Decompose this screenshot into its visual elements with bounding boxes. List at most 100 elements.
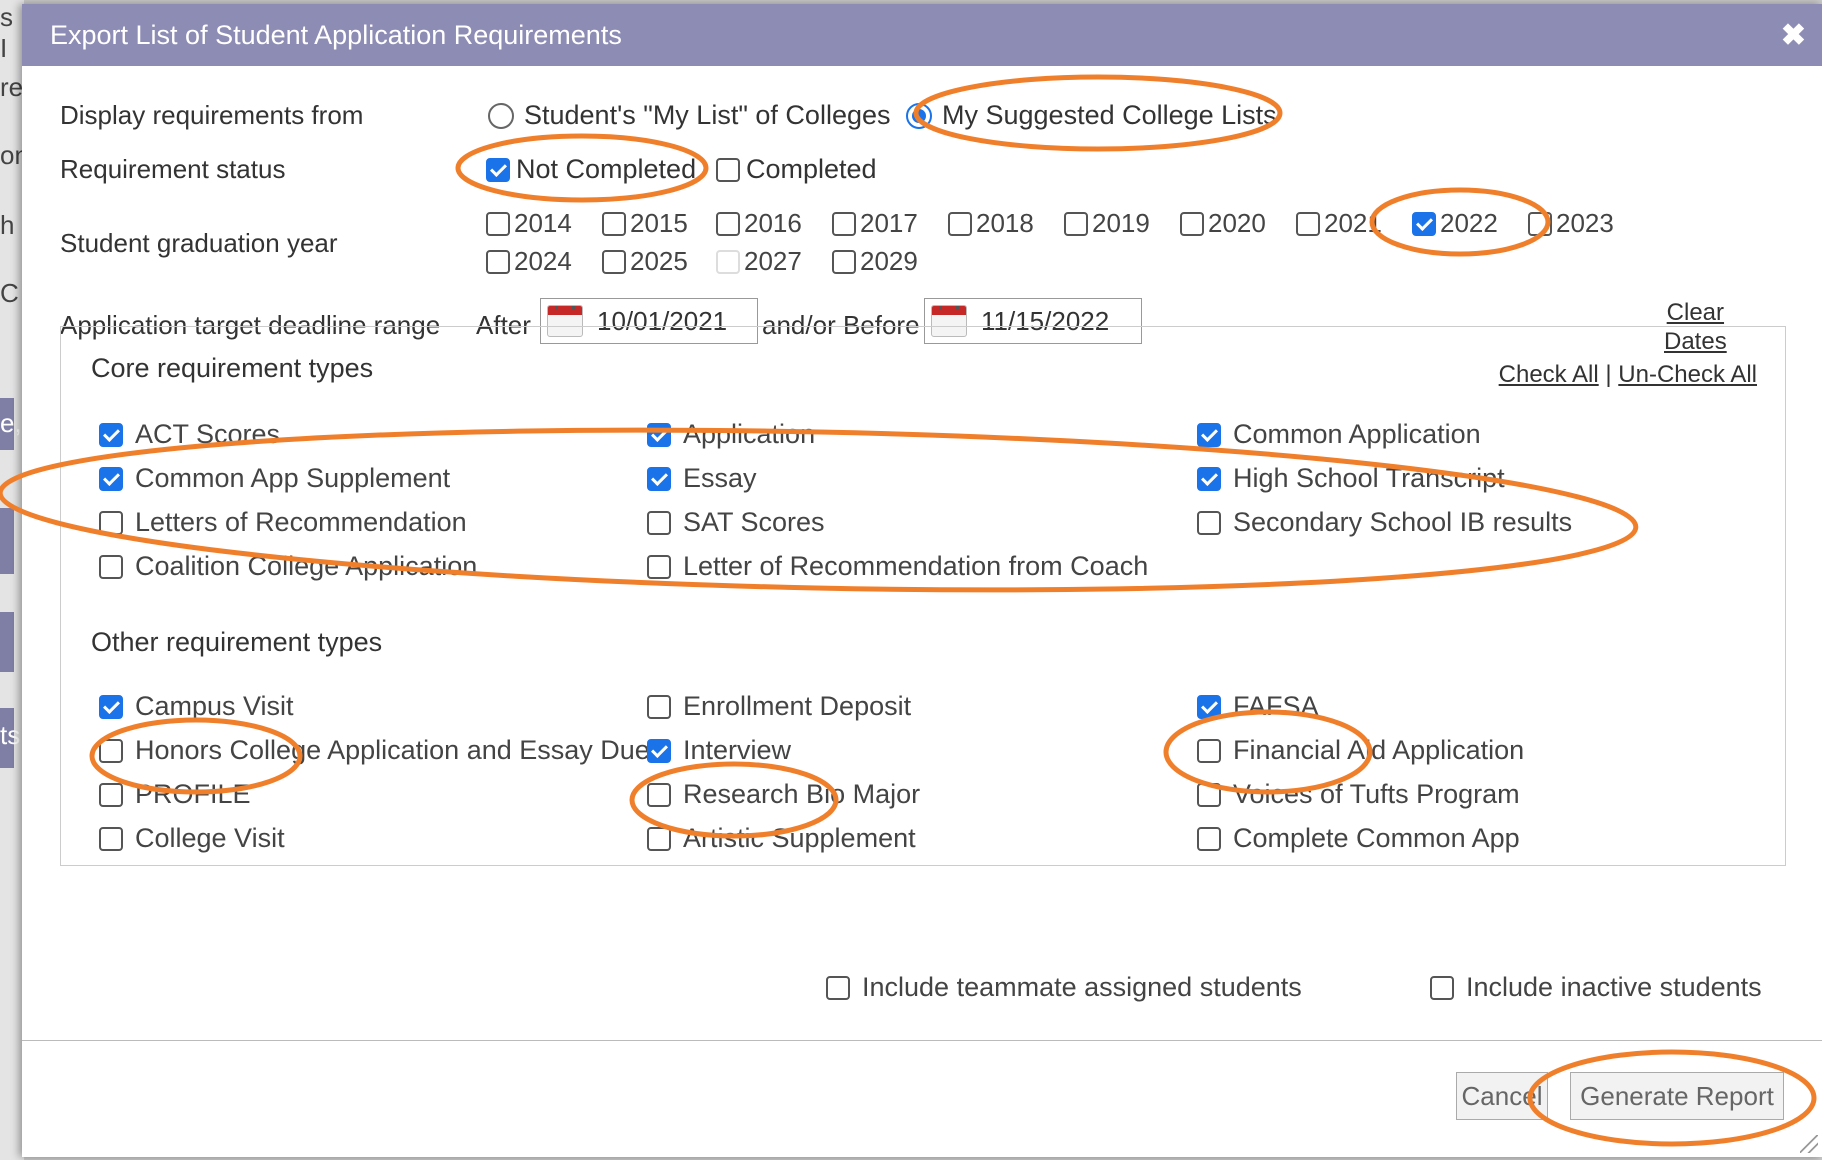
core-common-app-supplement-checkbox[interactable] (99, 466, 123, 491)
core-coalition-college-application[interactable]: Coalition College Application (99, 551, 477, 582)
grad-year-2024[interactable]: 2024 (486, 246, 572, 277)
core-essay-checkbox[interactable] (647, 466, 671, 491)
include-teammate-option[interactable]: Include teammate assigned students (826, 972, 1302, 1003)
status-not-completed-label: Not Completed (516, 154, 697, 184)
core-secondary-school-ib-results-checkbox[interactable] (1197, 510, 1221, 535)
status-not-completed[interactable]: Not Completed (486, 154, 696, 185)
other-fafsa[interactable]: FAFSA (1197, 691, 1319, 722)
grad-year-2024-checkbox[interactable] (486, 249, 510, 274)
core-high-school-transcript-checkbox[interactable] (1197, 466, 1221, 491)
grad-year-2021-checkbox[interactable] (1296, 211, 1320, 236)
core-application-checkbox[interactable] (647, 422, 671, 447)
core-secondary-school-ib-results[interactable]: Secondary School IB results (1197, 507, 1572, 538)
core-act-scores-checkbox[interactable] (99, 422, 123, 447)
grad-year-2015[interactable]: 2015 (602, 208, 688, 239)
core-letter-of-recommendation-from-coach-checkbox[interactable] (647, 554, 671, 579)
other-artistic-supplement[interactable]: Artistic Supplement (647, 823, 916, 854)
uncheck-all-link[interactable]: Un-Check All (1618, 361, 1757, 388)
other-research-bio-major-checkbox[interactable] (647, 782, 671, 807)
core-letter-of-recommendation-from-coach[interactable]: Letter of Recommendation from Coach (647, 551, 1148, 582)
other-campus-visit-checkbox[interactable] (99, 694, 123, 719)
other-financial-aid-application[interactable]: Financial Aid Application (1197, 735, 1524, 766)
grad-year-2020[interactable]: 2020 (1180, 208, 1266, 239)
generate-report-button[interactable]: Generate Report (1570, 1072, 1784, 1120)
core-common-application[interactable]: Common Application (1197, 419, 1481, 450)
core-common-application-label: Common Application (1233, 419, 1481, 449)
core-high-school-transcript[interactable]: High School Transcript (1197, 463, 1505, 494)
other-college-visit[interactable]: College Visit (99, 823, 285, 854)
grad-year-2022[interactable]: 2022 (1412, 208, 1498, 239)
include-inactive-option[interactable]: Include inactive students (1430, 972, 1762, 1003)
radio-my-list-button[interactable] (488, 102, 514, 129)
other-interview-checkbox[interactable] (647, 738, 671, 763)
other-fafsa-label: FAFSA (1233, 691, 1319, 721)
grad-year-2022-checkbox[interactable] (1412, 211, 1436, 236)
other-voices-of-tufts-program-checkbox[interactable] (1197, 782, 1221, 807)
other-section-title: Other requirement types (91, 627, 383, 657)
grad-year-2017[interactable]: 2017 (832, 208, 918, 239)
grad-year-2017-checkbox[interactable] (832, 211, 856, 236)
other-fafsa-checkbox[interactable] (1197, 694, 1221, 719)
grad-year-2019[interactable]: 2019 (1064, 208, 1150, 239)
grad-year-2015-checkbox[interactable] (602, 211, 626, 236)
other-college-visit-checkbox[interactable] (99, 826, 123, 851)
core-common-application-checkbox[interactable] (1197, 422, 1221, 447)
grad-year-2018[interactable]: 2018 (948, 208, 1034, 239)
core-application[interactable]: Application (647, 419, 815, 450)
other-artistic-supplement-checkbox[interactable] (647, 826, 671, 851)
core-sat-scores[interactable]: SAT Scores (647, 507, 825, 538)
include-teammate-checkbox[interactable] (826, 975, 850, 1000)
core-sat-scores-checkbox[interactable] (647, 510, 671, 535)
core-letters-of-recommendation-checkbox[interactable] (99, 510, 123, 535)
other-campus-visit[interactable]: Campus Visit (99, 691, 294, 722)
grad-year-2027[interactable]: 2027 (716, 246, 802, 277)
include-inactive-checkbox[interactable] (1430, 975, 1454, 1000)
cancel-button[interactable]: Cancel (1456, 1072, 1548, 1120)
grad-year-2023[interactable]: 2023 (1528, 208, 1614, 239)
other-voices-of-tufts-program[interactable]: Voices of Tufts Program (1197, 779, 1520, 810)
close-icon[interactable]: ✖ (1781, 18, 1806, 53)
other-enrollment-deposit[interactable]: Enrollment Deposit (647, 691, 911, 722)
other-profile[interactable]: PROFILE (99, 779, 251, 810)
grad-year-2014[interactable]: 2014 (486, 208, 572, 239)
other-profile-checkbox[interactable] (99, 782, 123, 807)
radio-suggested-lists[interactable]: My Suggested College Lists (906, 100, 1277, 131)
resize-grip-icon[interactable] (1800, 1135, 1818, 1153)
core-common-app-supplement[interactable]: Common App Supplement (99, 463, 450, 494)
other-research-bio-major[interactable]: Research Bio Major (647, 779, 920, 810)
status-not-completed-checkbox[interactable] (486, 157, 510, 182)
grad-year-2023-checkbox[interactable] (1528, 211, 1552, 236)
radio-my-list[interactable]: Student's "My List" of Colleges (488, 100, 891, 131)
other-honors-college-application-and-essay-due[interactable]: Honors College Application and Essay Due (99, 735, 650, 766)
grad-year-2016[interactable]: 2016 (716, 208, 802, 239)
core-act-scores[interactable]: ACT Scores (99, 419, 280, 450)
grad-year-2020-label: 2020 (1208, 208, 1266, 238)
grad-year-2016-checkbox[interactable] (716, 211, 740, 236)
other-enrollment-deposit-checkbox[interactable] (647, 694, 671, 719)
grad-year-2025-checkbox[interactable] (602, 249, 626, 274)
core-coalition-college-application-checkbox[interactable] (99, 554, 123, 579)
status-completed[interactable]: Completed (716, 154, 877, 185)
grad-year-2025[interactable]: 2025 (602, 246, 688, 277)
other-complete-common-app-checkbox[interactable] (1197, 826, 1221, 851)
grad-year-2014-checkbox[interactable] (486, 211, 510, 236)
grad-year-2027-checkbox[interactable] (716, 249, 740, 274)
other-honors-college-application-and-essay-due-checkbox[interactable] (99, 738, 123, 763)
core-essay[interactable]: Essay (647, 463, 757, 494)
grad-year-2020-checkbox[interactable] (1180, 211, 1204, 236)
grad-year-2029[interactable]: 2029 (832, 246, 918, 277)
grad-year-2029-checkbox[interactable] (832, 249, 856, 274)
grad-year-2018-checkbox[interactable] (948, 211, 972, 236)
other-research-bio-major-label: Research Bio Major (683, 779, 921, 809)
other-interview[interactable]: Interview (647, 735, 791, 766)
grad-year-2019-checkbox[interactable] (1064, 211, 1088, 236)
grad-year-2021-label: 2021 (1324, 208, 1382, 238)
radio-suggested-lists-button[interactable] (906, 102, 932, 129)
other-financial-aid-application-checkbox[interactable] (1197, 738, 1221, 763)
include-inactive-label: Include inactive students (1466, 972, 1762, 1002)
core-letters-of-recommendation[interactable]: Letters of Recommendation (99, 507, 467, 538)
other-complete-common-app[interactable]: Complete Common App (1197, 823, 1520, 854)
grad-year-2021[interactable]: 2021 (1296, 208, 1382, 239)
check-all-link[interactable]: Check All (1499, 361, 1599, 388)
status-completed-checkbox[interactable] (716, 157, 740, 182)
